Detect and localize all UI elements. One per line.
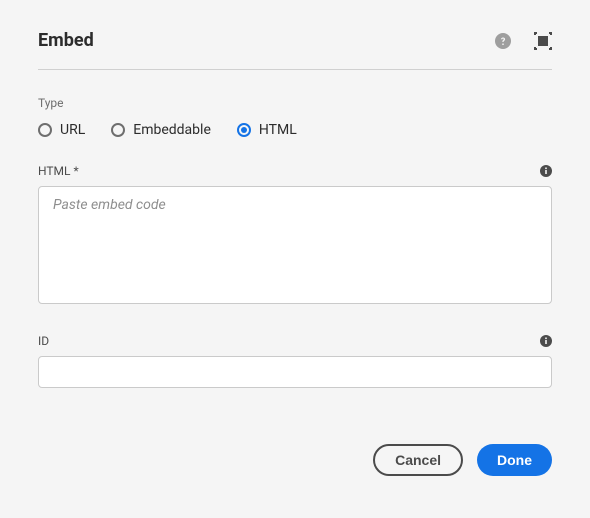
type-radio-group: URL Embeddable HTML (38, 122, 552, 138)
cancel-button[interactable]: Cancel (373, 444, 463, 476)
radio-circle-icon (111, 123, 125, 137)
html-field-label: HTML * (38, 164, 79, 178)
radio-url[interactable]: URL (38, 122, 85, 138)
radio-html-label: HTML (259, 122, 297, 138)
type-field-group: Type URL Embeddable HTML (38, 96, 552, 138)
info-icon[interactable] (540, 165, 552, 177)
dialog-header: Embed (38, 30, 552, 70)
embed-dialog: Embed Type URL (0, 0, 590, 506)
html-textarea[interactable] (38, 186, 552, 304)
done-button[interactable]: Done (477, 444, 552, 476)
dialog-footer: Cancel Done (38, 444, 552, 476)
info-icon[interactable] (540, 335, 552, 347)
radio-embeddable[interactable]: Embeddable (111, 122, 211, 138)
fullscreen-icon[interactable] (534, 32, 552, 50)
html-label-row: HTML * (38, 164, 552, 178)
radio-html[interactable]: HTML (237, 122, 297, 138)
radio-circle-icon (38, 123, 52, 137)
id-field-label: ID (38, 334, 49, 348)
radio-circle-checked-icon (237, 123, 251, 137)
dialog-title: Embed (38, 30, 94, 51)
radio-url-label: URL (60, 122, 85, 138)
id-input[interactable] (38, 356, 552, 388)
id-label-row: ID (38, 334, 552, 348)
radio-embeddable-label: Embeddable (133, 122, 211, 138)
type-label: Type (38, 96, 552, 110)
header-icons (494, 32, 552, 50)
help-icon[interactable] (494, 32, 512, 50)
